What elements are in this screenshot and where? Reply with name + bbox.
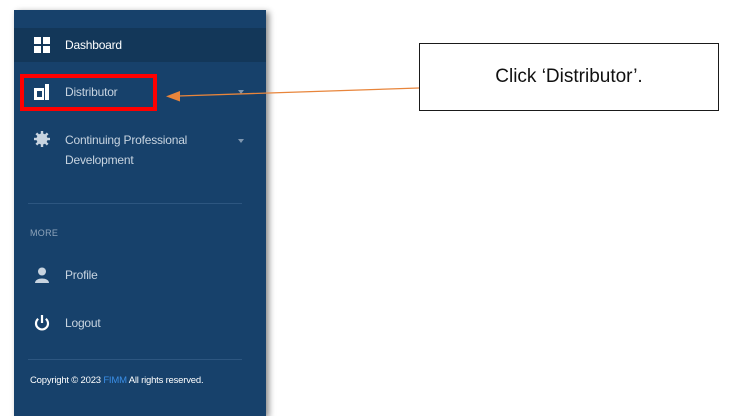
copyright-footer: Copyright © 2023 FIMM All rights reserve… bbox=[30, 375, 204, 386]
copyright-prefix: Copyright © 2023 bbox=[30, 375, 104, 386]
sidebar-item-label: Logout bbox=[65, 316, 101, 330]
sidebar-item-label: Profile bbox=[65, 268, 98, 282]
sidebar-item-logout[interactable]: Logout bbox=[14, 310, 266, 336]
label-line-1: Continuing Professional bbox=[65, 133, 188, 147]
sidebar: Dashboard Distributor Continuing Profess… bbox=[14, 10, 266, 416]
gear-icon bbox=[34, 131, 50, 147]
sidebar-item-profile[interactable]: Profile bbox=[14, 262, 266, 288]
instruction-callout: Click ‘Distributor’. bbox=[419, 43, 719, 111]
section-header-more: MORE bbox=[30, 228, 59, 238]
highlight-box bbox=[20, 74, 157, 111]
chevron-down-icon bbox=[238, 139, 244, 143]
divider bbox=[28, 203, 242, 204]
sidebar-item-label: Dashboard bbox=[65, 38, 122, 52]
sidebar-item-dashboard[interactable]: Dashboard bbox=[14, 28, 266, 62]
brand-link[interactable]: FIMM bbox=[103, 375, 127, 386]
copyright-suffix: All rights reserved. bbox=[126, 375, 204, 386]
user-icon bbox=[34, 267, 50, 283]
divider bbox=[28, 359, 242, 360]
power-icon bbox=[34, 315, 50, 331]
dashboard-grid-icon bbox=[34, 37, 50, 53]
chevron-down-icon bbox=[238, 90, 244, 94]
label-line-2: Development bbox=[65, 153, 134, 167]
sidebar-item-label: Continuing Professional Development bbox=[65, 130, 215, 170]
sidebar-item-cpd[interactable]: Continuing Professional Development bbox=[14, 127, 266, 187]
tutorial-canvas: Dashboard Distributor Continuing Profess… bbox=[0, 0, 731, 416]
